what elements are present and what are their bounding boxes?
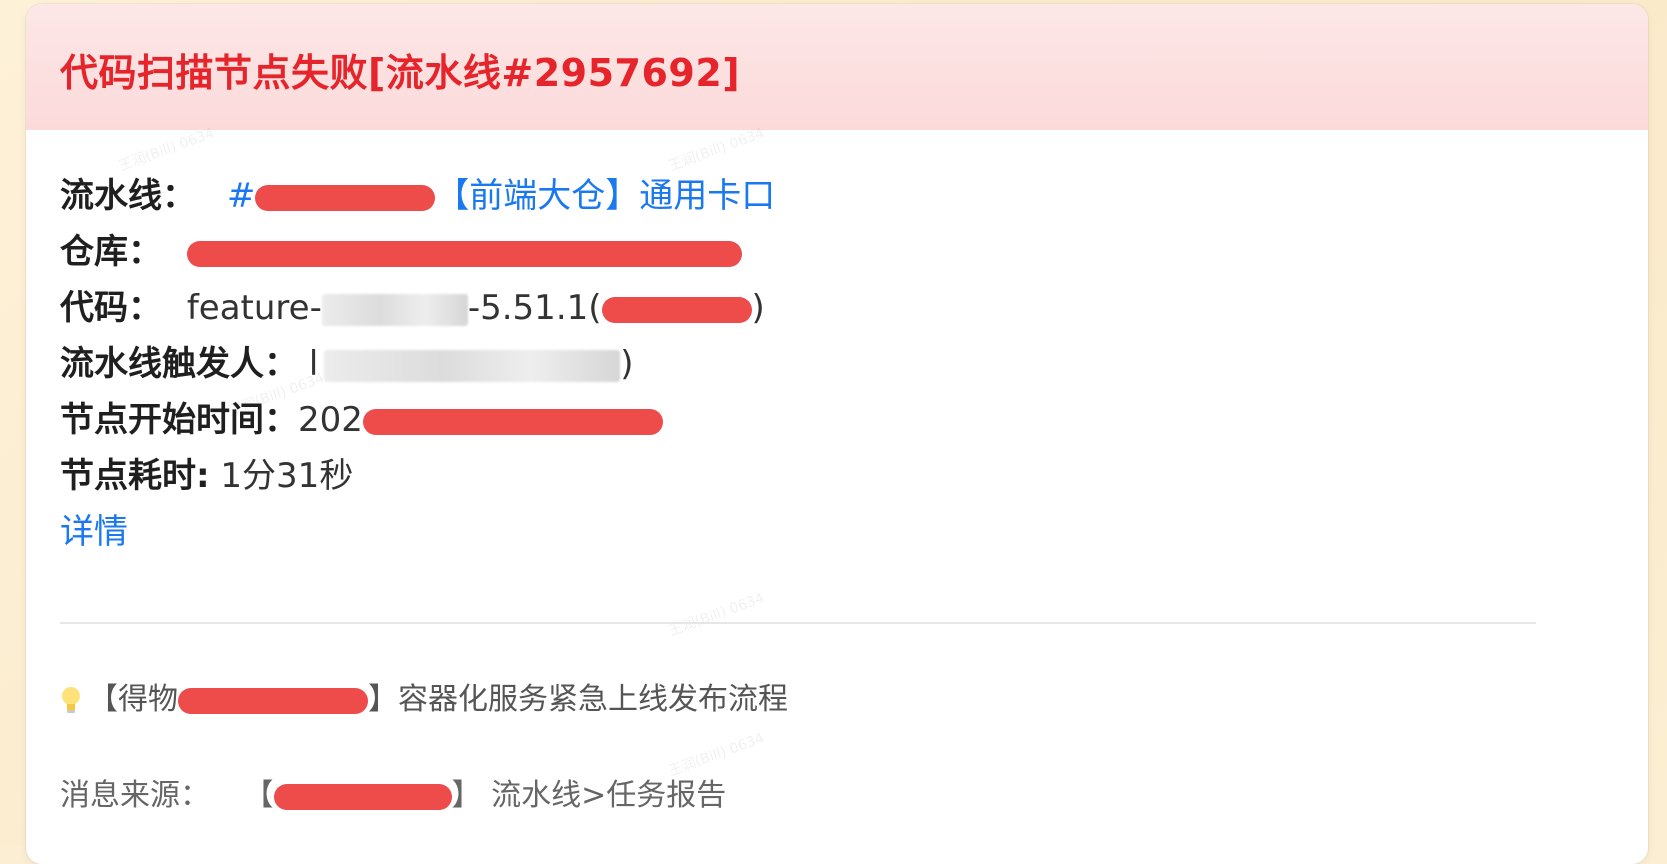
duration-label: 节点耗时: xyxy=(60,456,210,496)
source-bracket-open: 【 xyxy=(243,778,274,813)
repo-row: 仓库： xyxy=(60,232,742,272)
source-label: 消息来源： xyxy=(60,778,210,813)
start-time-row: 节点开始时间：202 xyxy=(60,400,663,440)
pipeline-link[interactable]: 【前端大仓】通用卡口 xyxy=(435,176,775,216)
details-link[interactable]: 详情 xyxy=(60,512,128,552)
redacted-trigger-user xyxy=(324,349,621,382)
branch-version: -5.51.1( xyxy=(467,288,602,328)
source-row: 消息来源： 【 】 流水线>任务报告 xyxy=(60,776,726,816)
watermark: 王润(Bill) 0634 xyxy=(666,730,767,780)
source-bracket-close: 】 xyxy=(451,778,482,813)
code-row: 代码： feature- -5.51.1() xyxy=(60,288,765,328)
watermark: 王润(Bill) 0634 xyxy=(666,125,767,175)
tip-suffix[interactable]: 】容器化服务紧急上线发布流程 xyxy=(368,682,788,717)
card-header: 代码扫描节点失败[流水线#2957692] xyxy=(26,4,1648,130)
redacted-repo-link[interactable] xyxy=(186,240,742,267)
duration-row: 节点耗时: 1分31秒 xyxy=(60,456,353,496)
start-time-label: 节点开始时间： xyxy=(60,400,298,440)
pipeline-label: 流水线： xyxy=(60,176,196,216)
code-close-paren: ) xyxy=(751,288,765,328)
redacted-pipeline-id xyxy=(255,184,436,211)
redacted-start-time xyxy=(362,408,663,435)
branch-prefix: feature- xyxy=(186,288,322,328)
trigger-prefix: l xyxy=(308,344,319,384)
code-label: 代码： xyxy=(60,288,162,328)
watermark: 王润(Bill) 0634 xyxy=(116,125,217,175)
notification-card: 代码扫描节点失败[流水线#2957692] 王润(Bill) 0634 王润(B… xyxy=(26,4,1648,864)
pipeline-hash[interactable]: # xyxy=(227,176,256,216)
divider xyxy=(60,622,1536,624)
pipeline-row: 流水线： # 【前端大仓】通用卡口 xyxy=(60,176,775,216)
trigger-close-paren: ) xyxy=(620,344,634,384)
redacted-branch-name xyxy=(321,293,468,326)
redacted-commit-hash xyxy=(601,296,752,323)
trigger-row: 流水线触发人： l) xyxy=(60,344,634,384)
watermark: 王润(Bill) 0634 xyxy=(666,590,767,640)
source-suffix[interactable]: 流水线>任务报告 xyxy=(491,778,726,813)
redacted-source-name xyxy=(273,783,452,810)
trigger-label: 流水线触发人： xyxy=(60,344,298,384)
lightbulb-icon xyxy=(60,686,82,716)
duration-value: 1分31秒 xyxy=(220,456,354,496)
card-title: 代码扫描节点失败[流水线#2957692] xyxy=(60,51,741,95)
start-time-prefix: 202 xyxy=(298,400,363,440)
redacted-tip-text xyxy=(178,687,368,714)
repo-label: 仓库： xyxy=(60,232,162,272)
tip-prefix: 【得物 xyxy=(88,682,178,717)
tip-row: 【得物 】容器化服务紧急上线发布流程 xyxy=(60,680,788,720)
